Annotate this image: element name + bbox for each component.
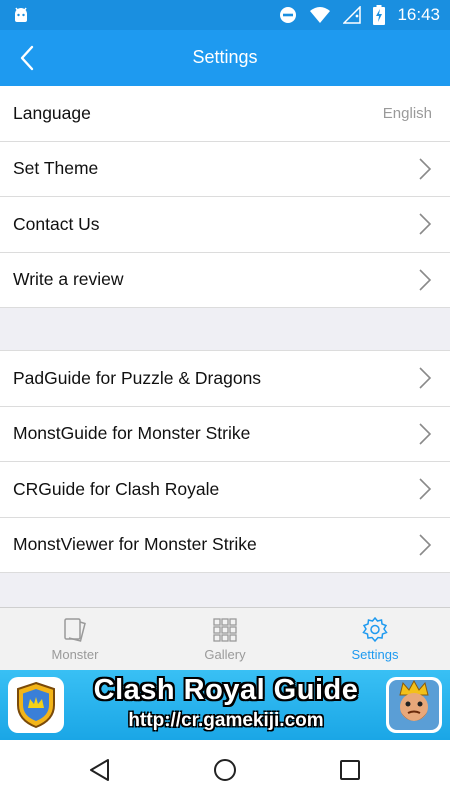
settings-list: Language English Set Theme Contact Us Wr… <box>0 86 450 308</box>
ad-url: http://cr.gamekiji.com <box>128 710 324 731</box>
bottom-tab-bar: Monster Gallery Settings <box>0 607 450 670</box>
tab-settings[interactable]: Settings <box>300 608 450 670</box>
nav-recents-icon[interactable] <box>337 757 363 783</box>
chevron-right-icon <box>419 534 432 556</box>
status-clock: 16:43 <box>397 5 440 24</box>
chevron-right-icon <box>419 367 432 389</box>
grid-icon <box>213 618 237 642</box>
language-value: English <box>382 104 432 122</box>
system-nav-bar <box>0 740 450 800</box>
battery-charging-icon <box>373 5 386 25</box>
app-row-monstguide[interactable]: MonstGuide for Monster Strike <box>0 406 450 462</box>
tab-gallery[interactable]: Gallery <box>150 608 300 670</box>
tab-label: Monster <box>51 647 99 662</box>
tab-label: Settings <box>351 647 399 662</box>
nav-home-icon[interactable] <box>212 757 238 783</box>
chevron-right-icon <box>419 423 432 445</box>
tab-label: Gallery <box>204 647 246 662</box>
android-notification-icon <box>15 7 27 22</box>
apps-list: PadGuide for Puzzle & Dragons MonstGuide… <box>0 350 450 573</box>
chevron-right-icon <box>419 478 432 500</box>
tab-monster[interactable]: Monster <box>0 608 150 670</box>
app-row-crguide[interactable]: CRGuide for Clash Royale <box>0 462 450 518</box>
app-label: PadGuide for Puzzle & Dragons <box>13 367 262 388</box>
wifi-icon <box>310 7 331 23</box>
ad-title: Clash Royal Guide <box>93 674 359 706</box>
chevron-right-icon <box>419 269 432 291</box>
language-label: Language <box>13 102 91 123</box>
app-label: CRGuide for Clash Royale <box>13 478 220 499</box>
app-row-monstviewer[interactable]: MonstViewer for Monster Strike <box>0 517 450 573</box>
set-theme-label: Set Theme <box>13 158 99 179</box>
king-character-icon <box>386 677 442 733</box>
write-review-label: Write a review <box>13 269 124 290</box>
status-bar: 16:43 <box>0 0 450 30</box>
nav-back-icon[interactable] <box>87 757 113 783</box>
chevron-right-icon <box>419 158 432 180</box>
app-toolbar: Settings <box>0 30 450 86</box>
app-label: MonstGuide for Monster Strike <box>13 423 251 444</box>
signal-icon <box>343 6 362 24</box>
do-not-disturb-icon <box>280 7 297 23</box>
contact-us-row[interactable]: Contact Us <box>0 197 450 253</box>
language-row[interactable]: Language English <box>0 86 450 142</box>
clash-royale-shield-icon <box>8 677 64 733</box>
app-row-padguide[interactable]: PadGuide for Puzzle & Dragons <box>0 351 450 407</box>
chevron-right-icon <box>419 213 432 235</box>
write-review-row[interactable]: Write a review <box>0 252 450 308</box>
contact-us-label: Contact Us <box>13 213 100 234</box>
page-title: Settings <box>192 47 258 67</box>
ad-banner[interactable]: Clash Royal Guide http://cr.gamekiji.com <box>0 670 450 740</box>
app-label: MonstViewer for Monster Strike <box>13 534 257 555</box>
set-theme-row[interactable]: Set Theme <box>0 141 450 197</box>
cards-icon <box>64 618 86 642</box>
gear-icon <box>362 616 388 643</box>
